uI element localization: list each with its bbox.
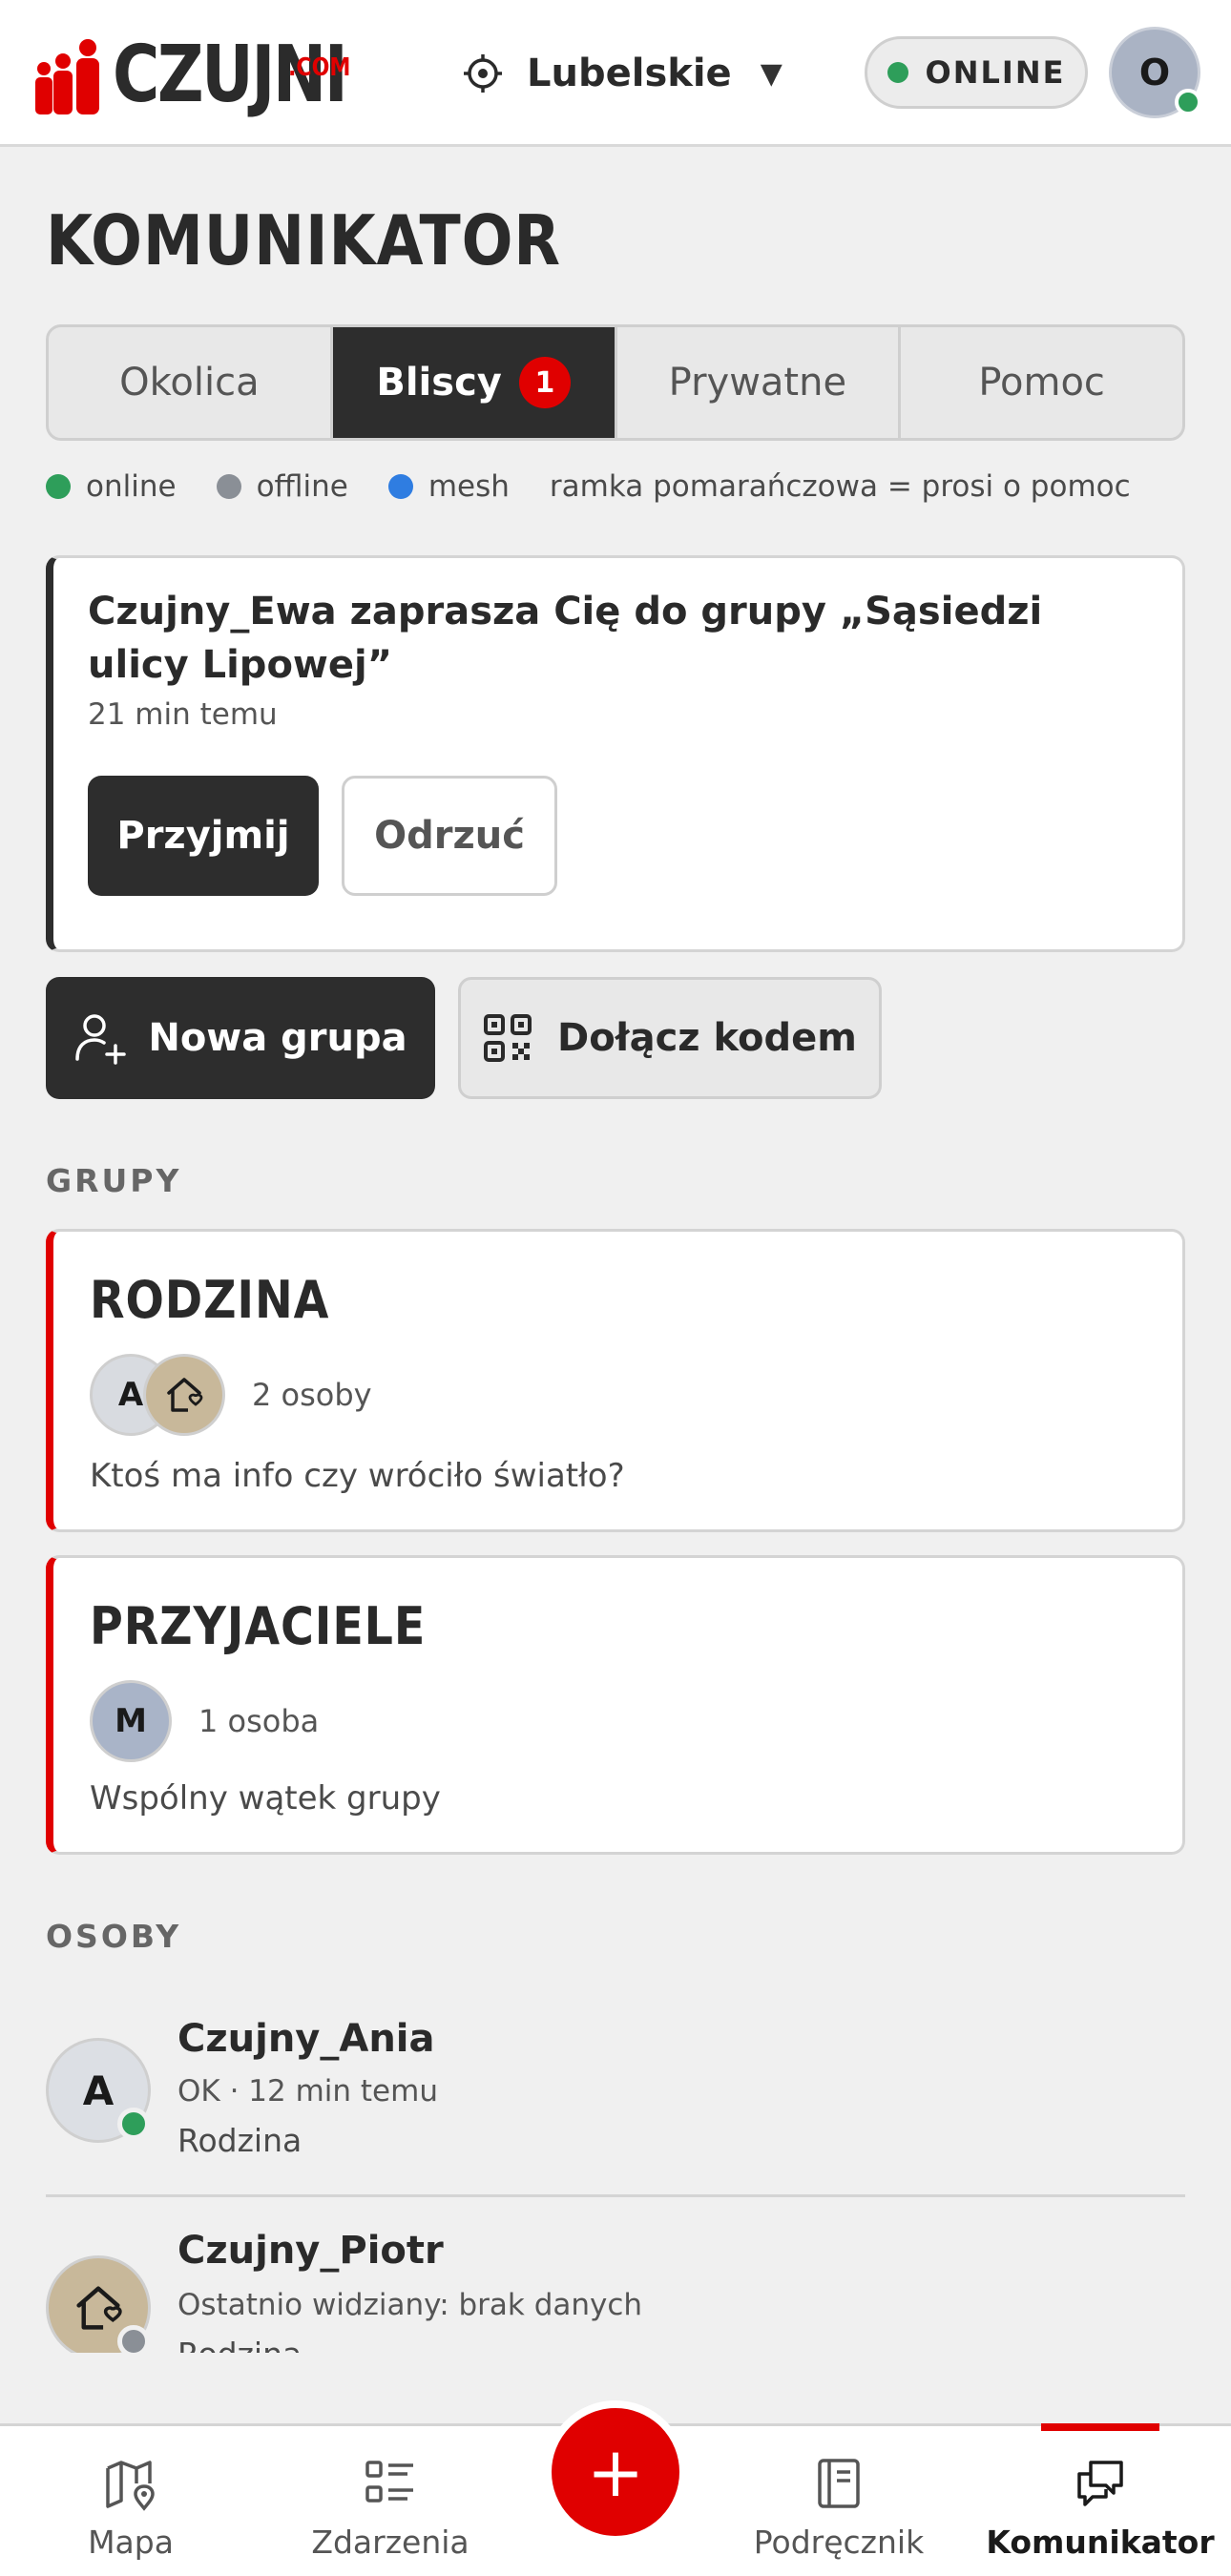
group-last-message: Ktoś ma info czy wróciło światło? [90,1457,625,1495]
invite-time: 21 min temu [88,697,278,732]
person-group: Rodzina [177,2336,302,2353]
join-by-code-button[interactable]: Dołącz kodem [458,977,882,1099]
tab-bar: Okolica Bliscy 1 Prywatne Pomoc [46,324,1185,441]
person-name: Czujny_Piotr [177,2229,444,2273]
person-initial: A [82,2067,115,2114]
user-initial: O [1138,52,1171,93]
legend-online: online [46,469,177,504]
member-count: 1 osoba [198,1703,320,1739]
legend-label: offline [256,469,348,504]
active-tab-indicator [1041,2423,1159,2431]
invite-text: Czujny_Ewa zaprasza Cię do grupy „Sąsied… [88,590,1043,687]
tab-okolica[interactable]: Okolica [49,327,333,438]
offline-status-icon [117,2325,150,2353]
house-heart-icon [46,2255,151,2353]
group-members: A 2 osoby [90,1354,372,1436]
join-code-label: Dołącz kodem [557,1016,857,1060]
chat-icon [1077,2461,1123,2506]
legend-note: ramka pomarańczowa = prosi o pomoc [549,469,1131,504]
nav-komunikator[interactable]: Komunikator [977,2423,1223,2576]
group-name: PRZYJACIELE [90,1596,427,1656]
add-report-button[interactable]: + [544,2400,687,2544]
member-avatar: M [90,1680,172,1762]
tab-label: Prywatne [668,361,847,405]
person-status: Ostatnio widziany: brak danych [177,2288,643,2322]
legend-mesh: mesh [387,469,510,504]
offline-dot-icon [216,474,241,499]
list-icon [365,2461,413,2503]
nav-label: Mapa [88,2524,174,2561]
online-status-icon [117,2108,150,2140]
online-dot-icon [46,474,71,499]
group-invite-card: Czujny_Ewa zaprasza Cię do grupy „Sąsied… [46,555,1185,952]
person-czujny-piotr[interactable]: Czujny_Piotr Ostatnio widziany: brak dan… [46,2229,1185,2353]
book-icon [818,2459,860,2508]
unread-badge: 1 [518,357,571,408]
online-dot-icon [887,62,908,83]
new-group-button[interactable]: Nowa grupa [46,977,435,1099]
nav-podrecznik[interactable]: Podręcznik [716,2426,962,2576]
group-members: M 1 osoba [90,1680,319,1762]
group-card-przyjaciele[interactable]: PRZYJACIELE M 1 osoba Wspólny wątek grup… [46,1555,1185,1855]
list-divider [46,2194,1185,2197]
legend-offline: offline [216,469,348,504]
people-logo-icon [35,39,99,114]
connection-status-label: ONLINE [925,54,1066,91]
tab-label: Bliscy [376,361,502,405]
map-pin-icon [106,2461,155,2511]
member-count: 2 osoby [252,1377,372,1413]
location-target-icon [464,54,502,93]
qr-code-icon [484,1014,532,1062]
nav-label: Zdarzenia [311,2524,469,2561]
region-label: Lubelskie [527,52,732,95]
connection-status-pill[interactable]: ONLINE [865,36,1088,109]
app-header: CZUJNI .COM Lubelskie ▼ ONLINE O [0,0,1231,147]
new-group-label: Nowa grupa [148,1016,407,1060]
logo-suffix: .COM [288,53,351,82]
tab-prywatne[interactable]: Prywatne [617,327,902,438]
accept-invite-button[interactable]: Przyjmij [88,776,319,896]
reject-invite-button[interactable]: Odrzuć [342,776,557,896]
member-initial: M [115,1702,147,1740]
group-card-rodzina[interactable]: RODZINA A 2 osoby Ktoś ma info czy wróci… [46,1229,1185,1532]
nav-label: Podręcznik [753,2524,925,2561]
person-avatar: A [46,2038,151,2143]
tab-label: Pomoc [978,361,1105,405]
user-online-status-icon [1175,89,1201,115]
status-legend: online offline mesh ramka pomarańczowa =… [46,466,1131,508]
caret-down-icon: ▼ [760,56,782,91]
person-czujny-ania[interactable]: A Czujny_Ania OK · 12 min temu Rodzina [46,2013,1185,2175]
nav-zdarzenia[interactable]: Zdarzenia [267,2426,513,2576]
add-user-icon [75,1014,127,1065]
people-section-label: OSOBY [46,1918,182,1955]
region-selector[interactable]: Lubelskie ▼ [462,42,782,105]
tab-bliscy[interactable]: Bliscy 1 [332,327,617,438]
tab-label: Okolica [119,361,260,405]
nav-mapa[interactable]: Mapa [8,2426,254,2576]
page-title: KOMUNIKATOR [46,200,561,280]
user-avatar[interactable]: O [1109,27,1201,118]
member-initial: A [117,1376,144,1414]
mesh-dot-icon [387,474,413,499]
house-heart-icon [143,1354,225,1436]
legend-label: online [86,469,177,504]
person-group: Rodzina [177,2122,303,2159]
group-last-message: Wspólny wątek grupy [90,1779,441,1818]
groups-section-label: GRUPY [46,1162,182,1199]
nav-label: Komunikator [986,2524,1215,2561]
tab-pomoc[interactable]: Pomoc [901,327,1182,438]
person-name: Czujny_Ania [177,2017,435,2061]
person-status: OK · 12 min temu [177,2074,438,2109]
legend-label: mesh [428,469,510,504]
group-name: RODZINA [90,1270,330,1330]
